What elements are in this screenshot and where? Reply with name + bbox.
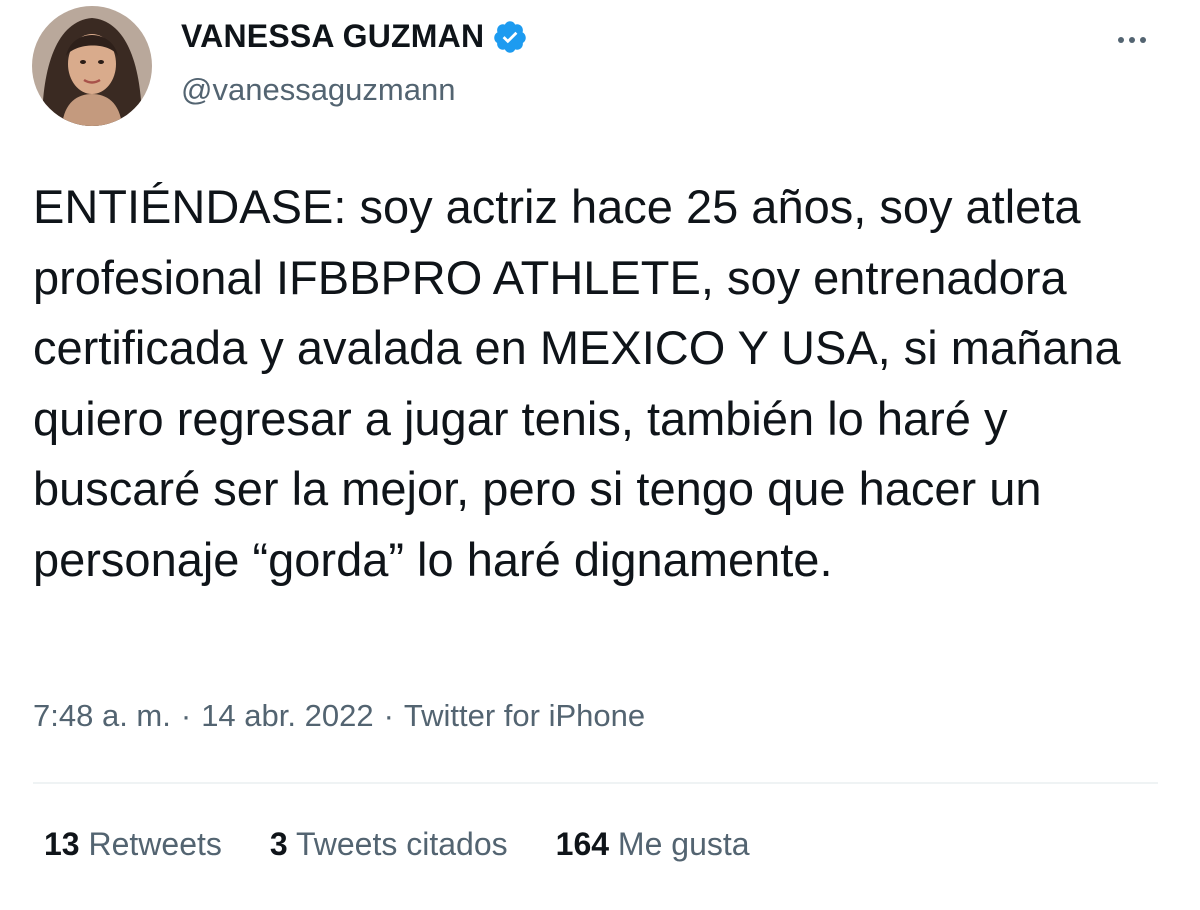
likes-count: 164 bbox=[555, 826, 610, 862]
more-dot bbox=[1140, 37, 1146, 43]
quotes-stat[interactable]: 3 Tweets citados bbox=[270, 826, 508, 863]
retweets-stat[interactable]: 13 Retweets bbox=[44, 826, 222, 863]
profile-photo-icon bbox=[32, 6, 152, 126]
divider bbox=[33, 782, 1158, 784]
more-options-button[interactable] bbox=[1112, 22, 1152, 58]
more-dot bbox=[1118, 37, 1124, 43]
verified-badge-icon bbox=[494, 20, 527, 53]
avatar[interactable] bbox=[32, 6, 152, 126]
tweet-text: ENTIÉNDASE: soy actriz hace 25 años, soy… bbox=[33, 180, 1134, 586]
quotes-label: Tweets citados bbox=[295, 826, 508, 862]
meta-separator: · bbox=[383, 698, 394, 733]
retweets-label: Retweets bbox=[88, 826, 222, 862]
likes-label: Me gusta bbox=[617, 826, 750, 862]
quotes-count: 3 bbox=[269, 826, 288, 862]
retweets-count: 13 bbox=[44, 826, 80, 862]
more-dot bbox=[1129, 37, 1135, 43]
meta-separator: · bbox=[180, 698, 192, 733]
display-name: VANESSA GUZMAN bbox=[181, 18, 485, 54]
tweet-date[interactable]: 14 abr. 2022 bbox=[201, 698, 373, 734]
likes-stat[interactable]: 164 Me gusta bbox=[556, 826, 750, 863]
tweet-time[interactable]: 7:48 a. m. bbox=[33, 698, 171, 734]
tweet-stats: 13 Retweets 3 Tweets citados 164 Me gust… bbox=[44, 826, 750, 863]
tweet-meta: 7:48 a. m. · 14 abr. 2022 · Twitter for … bbox=[33, 698, 645, 734]
user-handle[interactable]: @vanessaguzmann bbox=[181, 72, 455, 108]
display-name-link[interactable]: VANESSA GUZMAN bbox=[181, 18, 528, 55]
tweet-source[interactable]: Twitter for iPhone bbox=[404, 698, 645, 734]
